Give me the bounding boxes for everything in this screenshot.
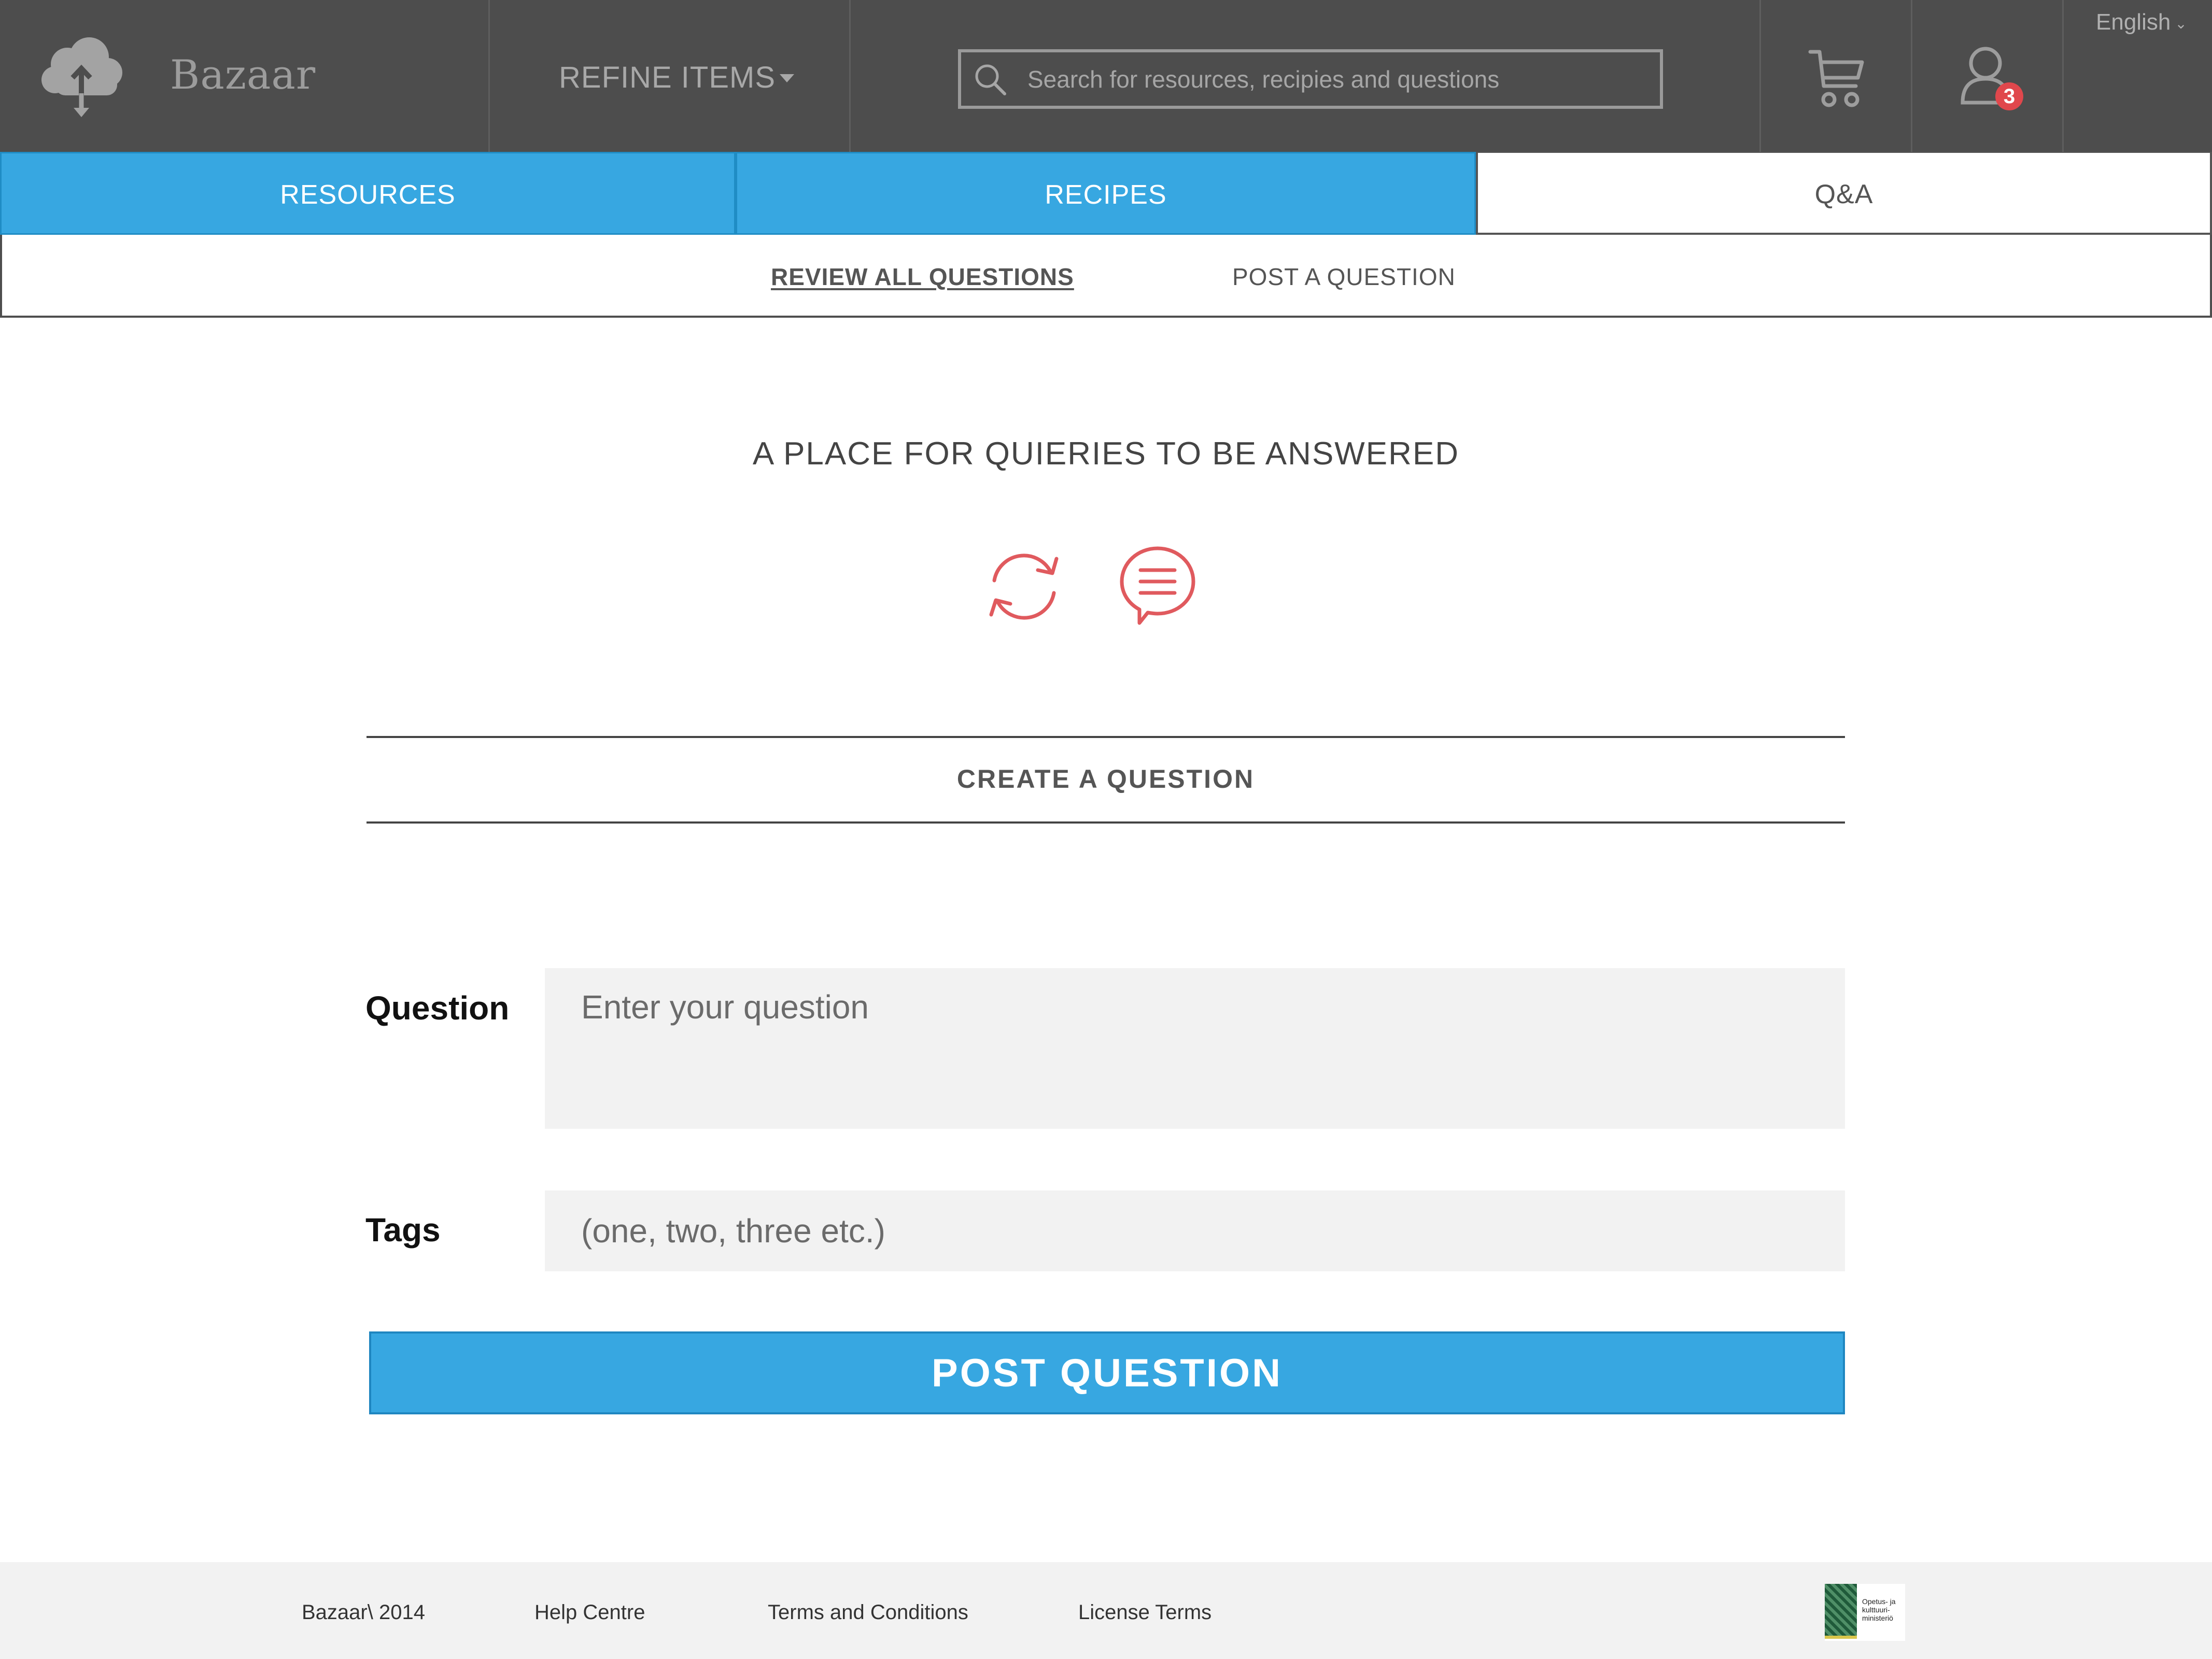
- tab-qa[interactable]: Q&A: [1476, 152, 2212, 235]
- page-title: A PLACE FOR QUIERIES TO BE ANSWERED: [752, 436, 1460, 472]
- tab-resources[interactable]: RESOURCES: [0, 152, 736, 235]
- refine-items-label: REFINE ITEMS: [559, 61, 776, 94]
- footer-terms-link[interactable]: Terms and Conditions: [768, 1601, 968, 1624]
- footer: Bazaar\ 2014 Help Centre Terms and Condi…: [0, 1562, 2212, 1659]
- search-icon[interactable]: [974, 63, 1008, 97]
- footer-help-centre-link[interactable]: Help Centre: [534, 1601, 645, 1624]
- footer-copyright: Bazaar\ 2014: [302, 1601, 425, 1624]
- refresh-icon[interactable]: [984, 544, 1064, 630]
- question-label: Question: [365, 989, 510, 1027]
- qa-subnav: REVIEW ALL QUESTIONS POST A QUESTION: [0, 235, 2212, 318]
- tags-label: Tags: [365, 1211, 441, 1249]
- user-account-button[interactable]: 3: [1960, 45, 2027, 112]
- ministry-emblem-icon: [1825, 1584, 1857, 1636]
- post-a-question-link[interactable]: POST A QUESTION: [1232, 263, 1456, 291]
- search-box: [958, 49, 1663, 109]
- brand-name[interactable]: Bazaar: [170, 52, 316, 98]
- refine-items-dropdown[interactable]: REFINE ITEMS: [559, 60, 795, 95]
- search-input[interactable]: [1027, 52, 1650, 106]
- footer-license-link[interactable]: License Terms: [1078, 1601, 1211, 1624]
- notification-badge: 3: [1995, 82, 2023, 110]
- language-label: English: [2096, 9, 2171, 35]
- main-tabs: RESOURCES RECIPES Q&A: [0, 152, 2212, 235]
- review-all-questions-link[interactable]: REVIEW ALL QUESTIONS: [771, 263, 1074, 291]
- caret-down-icon: [780, 74, 795, 82]
- question-field[interactable]: [545, 968, 1845, 1129]
- post-question-button[interactable]: POST QUESTION: [369, 1331, 1845, 1414]
- cart-icon[interactable]: [1808, 48, 1865, 109]
- chat-bubble-icon[interactable]: [1118, 544, 1198, 630]
- ministry-logo-text: Opetus- ja kulttuuri-ministeriö: [1862, 1597, 1896, 1622]
- tags-field[interactable]: [545, 1190, 1845, 1271]
- top-header: Bazaar REFINE ITEMS 3 English⌄: [0, 0, 2212, 152]
- section-divider-bottom: [367, 821, 1845, 824]
- ministry-logo-bar: [1825, 1636, 1857, 1639]
- language-selector[interactable]: English ⌄: [2096, 9, 2187, 35]
- cloud-upload-icon[interactable]: [37, 32, 125, 120]
- tab-recipes[interactable]: RECIPES: [736, 152, 1476, 235]
- ministry-logo: Opetus- ja kulttuuri-ministeriö: [1825, 1584, 1905, 1641]
- chevron-down-icon: ⌄: [2175, 15, 2187, 32]
- section-title: CREATE A QUESTION: [956, 764, 1255, 793]
- section-divider-top: [367, 736, 1845, 738]
